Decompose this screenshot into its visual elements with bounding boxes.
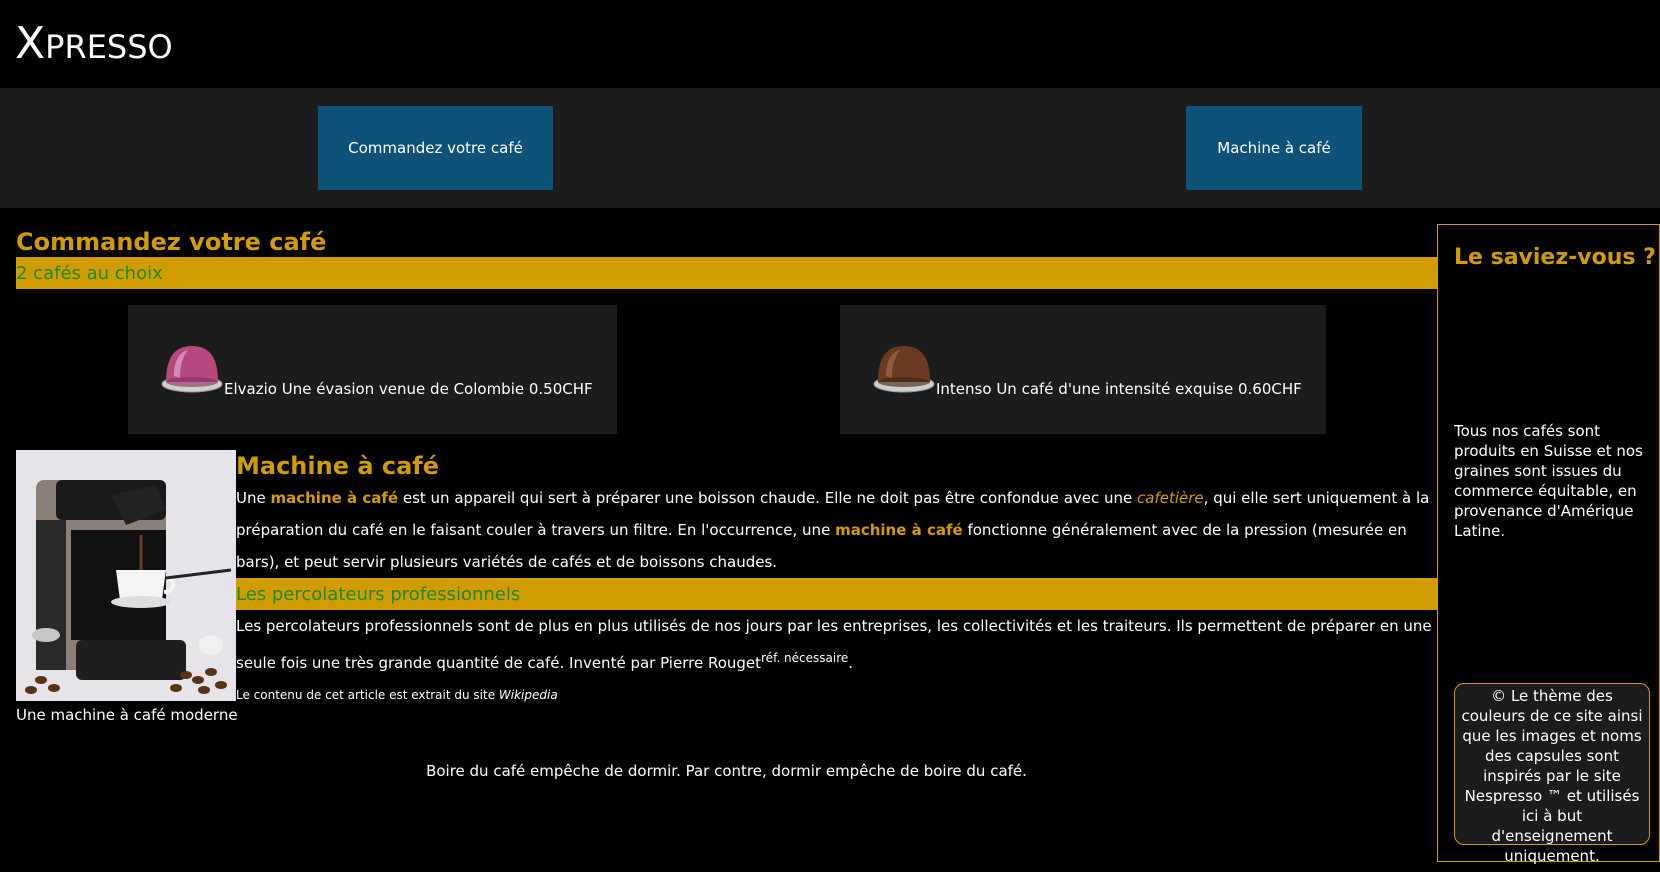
sidebar-did-you-know: Le saviez-vous ? Tous nos cafés sont pro… (1437, 224, 1660, 865)
product-card-elvazio[interactable]: Elvazio Une évasion venue de Colombie 0.… (128, 305, 617, 434)
nav-coffee-machine[interactable]: Machine à café (1186, 106, 1362, 190)
site-header: XPRESSO (0, 0, 1660, 88)
keyword-machine-a-cafe[interactable]: machine à café (835, 521, 963, 539)
source-link[interactable]: Wikipedia (499, 688, 558, 702)
text-segment: Une (236, 489, 271, 507)
article-source: Le contenu de cet article est extrait du… (236, 688, 558, 702)
article-subtitle: Les percolateurs professionnels (236, 578, 1437, 610)
product-desc: Une évasion venue de Colombie (281, 380, 525, 398)
product-description: Intenso Un café d'une intensité exquise … (936, 380, 1302, 398)
article-paragraph-2: Les percolateurs professionnels sont de … (236, 610, 1436, 679)
logo-initial: X (15, 18, 46, 69)
elvazio-capsule-icon (161, 346, 223, 393)
order-subtitle-text: 2 cafés au choix (16, 262, 163, 284)
product-price: 0.60CHF (1237, 380, 1302, 398)
image-caption: Une machine à café moderne (16, 706, 238, 724)
citation-needed[interactable]: réf. nécessaire (761, 651, 848, 665)
keyword-machine-a-cafe[interactable]: machine à café (270, 489, 398, 507)
keyword-cafetiere[interactable]: cafetière (1137, 489, 1204, 507)
sidebar-text: Tous nos cafés sont produits en Suisse e… (1454, 422, 1643, 540)
copyright-notice: © Le thème des couleurs de ce site ainsi… (1454, 683, 1650, 865)
product-card-intenso[interactable]: Intenso Un café d'une intensité exquise … (840, 305, 1326, 434)
intenso-capsule-icon (873, 346, 935, 393)
product-description: Elvazio Une évasion venue de Colombie 0.… (224, 380, 593, 398)
order-section-subtitle: 2 cafés au choix (16, 257, 1437, 289)
product-name: Intenso (936, 380, 992, 398)
sidebar-title: Le saviez-vous ? (1454, 245, 1656, 270)
logo-rest: PRESSO (45, 28, 173, 66)
site-logo[interactable]: XPRESSO (15, 22, 173, 66)
product-name: Elvazio (224, 380, 277, 398)
product-price: 0.50CHF (528, 380, 593, 398)
source-text: Le contenu de cet article est extrait du… (236, 688, 499, 702)
article-title: Machine à café (236, 452, 440, 480)
text-segment: est un appareil qui sert à préparer une … (398, 489, 1138, 507)
nav-order-coffee[interactable]: Commandez votre café (318, 106, 553, 190)
article-paragraph: Une machine à café est un appareil qui s… (236, 482, 1436, 578)
order-section-title: Commandez votre café (16, 228, 327, 256)
product-desc: Un café d'une intensité exquise (996, 380, 1234, 398)
main-nav: Commandez votre café Machine à café (0, 88, 1660, 208)
footer-quote: Boire du café empêche de dormir. Par con… (426, 762, 1027, 780)
coffee-machine-image (16, 450, 236, 701)
article-subtitle-text: Les percolateurs professionnels (236, 583, 521, 605)
text-segment: . (848, 654, 854, 672)
